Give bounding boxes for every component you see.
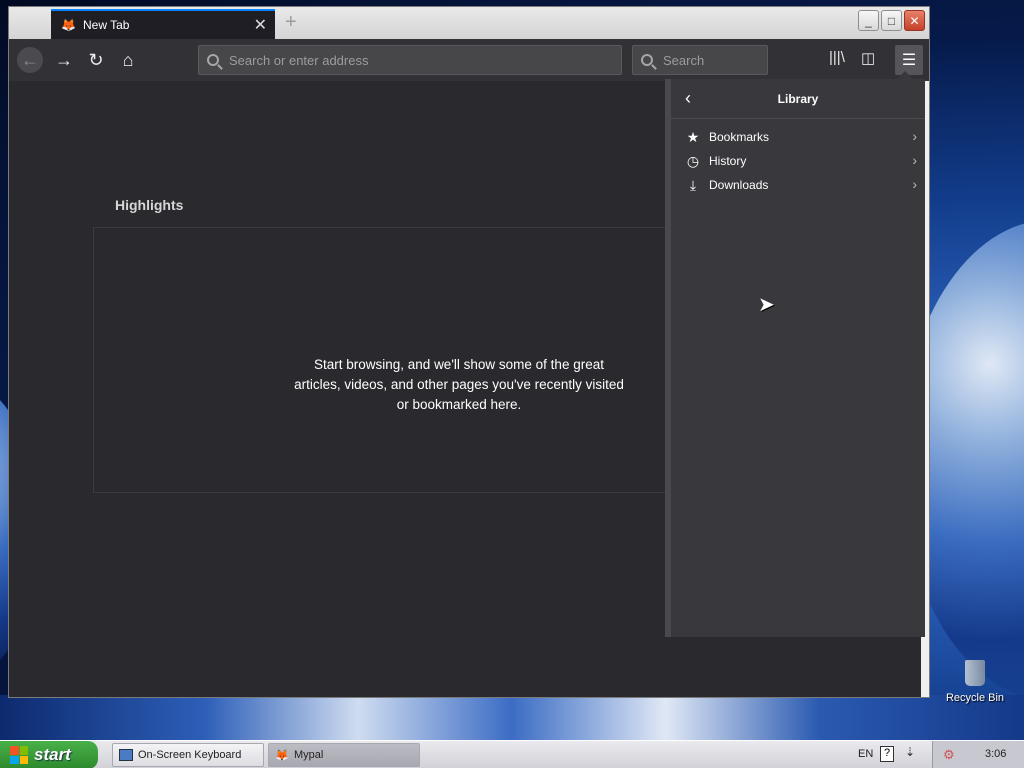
library-panel-header: ‹ Library (671, 79, 925, 119)
new-tab-button[interactable]: + (285, 11, 297, 34)
recycle-bin-label: Recycle Bin (945, 692, 1005, 704)
close-window-button[interactable]: ✕ (904, 10, 925, 31)
mypal-favicon-icon: 🦊 (61, 18, 76, 32)
keyboard-icon (119, 749, 133, 761)
library-panel-title: Library (777, 92, 819, 106)
library-icon[interactable]: |||\ (829, 49, 845, 66)
star-icon: ★ (686, 128, 700, 145)
task-on-screen-keyboard[interactable]: On-Screen Keyboard (112, 743, 264, 767)
maximize-button[interactable]: □ (881, 10, 902, 31)
search-icon (207, 54, 219, 66)
back-button[interactable]: ← (17, 47, 43, 73)
chevron-right-icon: › (912, 128, 917, 144)
tab-new-tab[interactable]: 🦊 New Tab ✕ (51, 9, 275, 39)
download-icon: ⤓ (689, 176, 697, 193)
language-indicator[interactable]: EN (858, 748, 873, 760)
chevron-right-icon: › (912, 176, 917, 192)
home-button[interactable]: ⌂ (115, 47, 141, 73)
taskbar: start On-Screen Keyboard 🦊 Mypal EN ? ⇣ … (0, 740, 1024, 768)
clock: 3:06 (985, 748, 1007, 760)
url-bar[interactable]: Search or enter address (198, 45, 622, 75)
highlights-title: Highlights (115, 197, 184, 213)
browser-window: 🦊 New Tab ✕ + _ □ ✕ ← → ↻ ⌂ Search or en… (8, 6, 930, 698)
library-item-history[interactable]: ◷ History › (671, 149, 925, 173)
library-item-label: History (709, 154, 747, 168)
url-placeholder: Search or enter address (229, 52, 369, 68)
sidebar-icon[interactable]: ◫ (861, 49, 875, 67)
highlights-message: Start browsing, and we'll show some of t… (294, 357, 624, 412)
library-item-bookmarks[interactable]: ★ Bookmarks › (671, 125, 925, 149)
clock-icon: ◷ (686, 152, 700, 169)
title-bar: 🦊 New Tab ✕ + _ □ ✕ (9, 7, 929, 39)
windows-logo-icon (10, 746, 28, 764)
forward-button[interactable]: → (51, 47, 77, 73)
panel-arrow (897, 71, 913, 79)
reload-button[interactable]: ↻ (83, 47, 109, 73)
task-label: Mypal (294, 749, 324, 761)
tab-title: New Tab (83, 18, 130, 32)
system-tray: ⚙ 3:06 (932, 741, 1024, 768)
mypal-icon: 🦊 (275, 750, 289, 762)
chevron-right-icon: › (912, 152, 917, 168)
search-bar[interactable]: Search (632, 45, 768, 75)
library-item-label: Bookmarks (709, 130, 770, 144)
network-icon[interactable]: ⚙ (943, 747, 955, 763)
nav-toolbar: ← → ↻ ⌂ Search or enter address Search |… (9, 39, 929, 81)
close-tab-icon[interactable]: ✕ (254, 15, 267, 35)
search-placeholder: Search (663, 52, 705, 68)
start-button[interactable]: start (0, 741, 98, 768)
library-panel: ‹ Library ★ Bookmarks › ◷ History › ⤓ Do… (665, 79, 925, 637)
library-item-label: Downloads (709, 178, 769, 192)
recycle-bin-icon (965, 660, 985, 686)
library-item-downloads[interactable]: ⤓ Downloads › (671, 173, 925, 197)
mouse-cursor-icon: ➤ (758, 294, 775, 316)
task-mypal[interactable]: 🦊 Mypal (268, 743, 420, 767)
task-label: On-Screen Keyboard (138, 749, 242, 761)
tray-expand-icon[interactable]: ⇣ (905, 745, 915, 759)
recycle-bin[interactable]: Recycle Bin (944, 660, 1006, 704)
help-icon[interactable]: ? (880, 746, 894, 762)
search-icon (641, 54, 653, 66)
start-label: start (34, 745, 71, 764)
minimize-button[interactable]: _ (858, 10, 879, 31)
